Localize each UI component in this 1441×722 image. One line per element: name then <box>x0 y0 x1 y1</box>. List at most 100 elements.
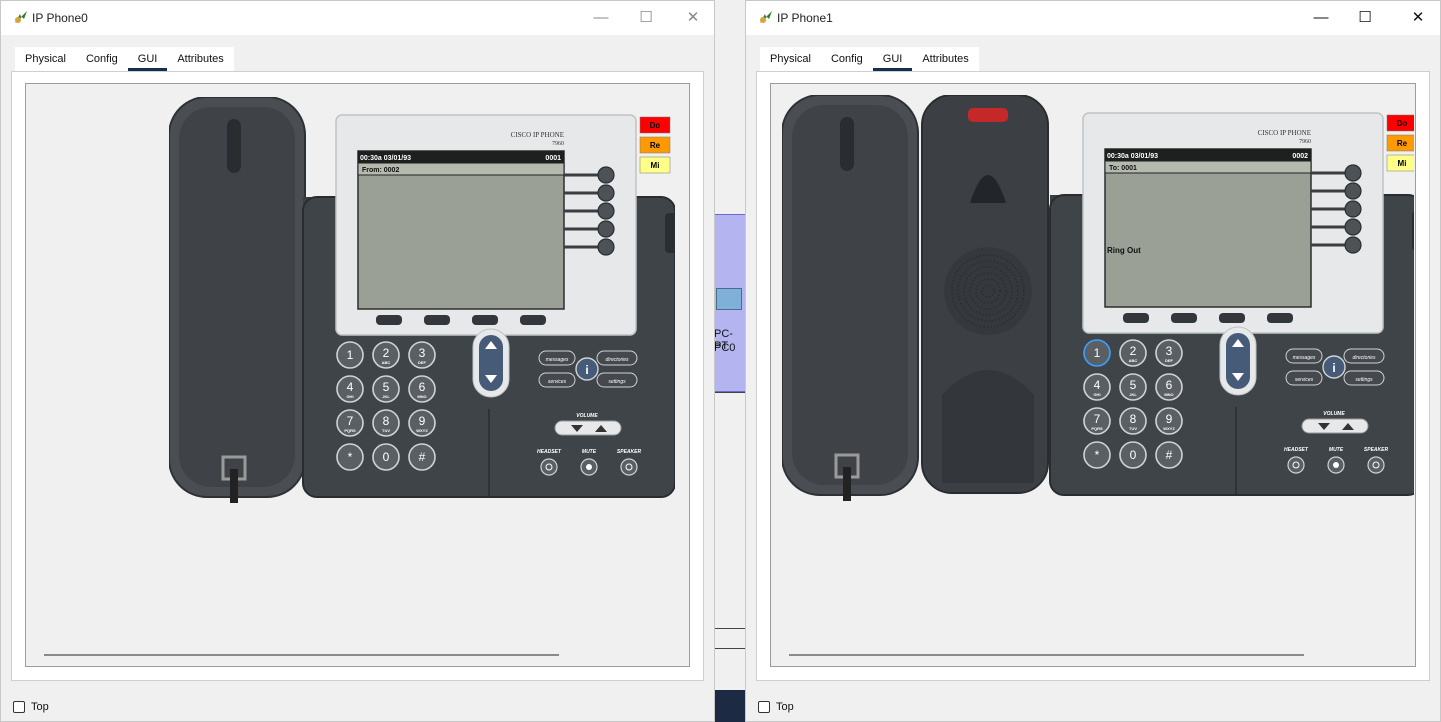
soft-key[interactable] <box>1267 313 1293 323</box>
handset-cradle <box>921 94 1049 494</box>
keypad-key[interactable]: # <box>408 443 436 471</box>
key-digit: 1 <box>1094 346 1101 360</box>
keypad-key[interactable]: * <box>1083 441 1111 469</box>
speaker-button[interactable] <box>620 458 638 476</box>
maximize-button[interactable]: ☐ <box>624 5 668 31</box>
keypad-key[interactable]: 6MNO <box>1155 373 1183 401</box>
status-time: 00:30a 03/01/93 <box>360 155 411 162</box>
keypad-key[interactable]: # <box>1155 441 1183 469</box>
keypad-key[interactable]: 3DEF <box>408 341 436 369</box>
keypad-key[interactable]: * <box>336 443 364 471</box>
mute-button[interactable] <box>580 458 598 476</box>
top-checkbox[interactable] <box>13 701 25 713</box>
directories-button-label: directories <box>605 357 629 363</box>
handset[interactable] <box>168 96 306 503</box>
keypad-key[interactable]: 0 <box>1119 441 1147 469</box>
packet-tracer-icon <box>760 11 772 23</box>
top-checkbox-row: Top <box>13 701 49 713</box>
soft-key[interactable] <box>1171 313 1197 323</box>
divider-line <box>714 628 746 629</box>
keypad-key[interactable]: 8TUV <box>372 409 400 437</box>
speaker-label: SPEAKER <box>1364 447 1389 453</box>
volume-rocker[interactable] <box>1301 418 1369 434</box>
tab-config[interactable]: Config <box>76 47 128 71</box>
settings-button[interactable]: settings <box>596 372 638 388</box>
model-label: 7960 <box>552 141 564 147</box>
directories-button[interactable]: directories <box>1343 348 1385 364</box>
tab-physical[interactable]: Physical <box>760 47 821 71</box>
key-letters: MNO <box>1164 392 1173 397</box>
info-button[interactable]: i <box>1322 355 1346 379</box>
tab-config[interactable]: Config <box>821 47 873 71</box>
messages-button[interactable]: messages <box>1285 348 1323 364</box>
tab-physical[interactable]: Physical <box>15 47 76 71</box>
key-letters: GHI <box>1093 392 1100 397</box>
ringer-light <box>968 108 1008 122</box>
tab-attributes[interactable]: Attributes <box>167 47 233 71</box>
minimize-button[interactable]: — <box>579 5 623 31</box>
keypad-key[interactable]: 2ABC <box>1119 339 1147 367</box>
mute-button[interactable] <box>1327 456 1345 474</box>
key-digit: 2 <box>1130 344 1137 358</box>
soft-key[interactable] <box>520 315 546 325</box>
soft-key[interactable] <box>1123 313 1149 323</box>
navigation-button[interactable] <box>472 328 510 398</box>
keypad-key[interactable]: 3DEF <box>1155 339 1183 367</box>
keypad-key[interactable]: 1 <box>336 341 364 369</box>
key-letters: PQRS <box>1091 426 1103 431</box>
keypad-key[interactable]: 4GHI <box>336 375 364 403</box>
tab-gui[interactable]: GUI <box>872 47 913 71</box>
headset-button[interactable] <box>540 458 558 476</box>
soft-key[interactable] <box>376 315 402 325</box>
tab-gui[interactable]: GUI <box>127 47 168 71</box>
services-button[interactable]: services <box>1285 370 1323 386</box>
keypad-key[interactable]: 5JKL <box>1119 373 1147 401</box>
keypad-key[interactable]: 4GHI <box>1083 373 1111 401</box>
window-title: IP Phone1 <box>777 11 833 25</box>
title-bar[interactable]: IP Phone0 — ☐ ✕ <box>1 1 714 35</box>
close-button[interactable]: ✕ <box>671 5 715 31</box>
handset[interactable] <box>781 94 919 501</box>
keypad-key[interactable]: 9WXYZ <box>1155 407 1183 435</box>
extension-label: 0002 <box>1292 153 1308 160</box>
keypad-key[interactable]: 2ABC <box>372 341 400 369</box>
volume-rocker[interactable] <box>554 420 622 436</box>
keypad-key[interactable]: 9WXYZ <box>408 409 436 437</box>
horizontal-scrollbar[interactable] <box>44 654 559 656</box>
key-digit: 2 <box>383 346 390 360</box>
keypad-key[interactable]: 6MNO <box>408 375 436 403</box>
taskbar-strip <box>714 690 746 722</box>
status-time: 00:30a 03/01/93 <box>1107 153 1158 160</box>
navigation-button[interactable] <box>1219 326 1257 396</box>
key-letters: WXYZ <box>416 428 428 433</box>
tab-attributes[interactable]: Attributes <box>912 47 978 71</box>
keypad-key[interactable]: 7PQRS <box>336 409 364 437</box>
maximize-button[interactable]: ☐ <box>1343 5 1387 31</box>
pc-icon[interactable] <box>716 288 742 310</box>
pc-name-label: PC0 <box>714 342 736 354</box>
horizontal-scrollbar[interactable] <box>789 654 1304 656</box>
key-digit: 3 <box>419 346 426 360</box>
top-checkbox[interactable] <box>758 701 770 713</box>
soft-key[interactable] <box>1219 313 1245 323</box>
minimize-button[interactable]: — <box>1299 5 1343 31</box>
services-button[interactable]: services <box>538 372 576 388</box>
headset-label: HEADSET <box>537 449 562 455</box>
settings-button[interactable]: settings <box>1343 370 1385 386</box>
speaker-button[interactable] <box>1367 456 1385 474</box>
messages-button[interactable]: messages <box>538 350 576 366</box>
directories-button[interactable]: directories <box>596 350 638 366</box>
keypad-key[interactable]: 0 <box>372 443 400 471</box>
keypad-key[interactable]: 1 <box>1083 339 1111 367</box>
close-button[interactable]: ✕ <box>1396 5 1440 31</box>
title-bar[interactable]: IP Phone1 — ☐ ✕ <box>746 1 1440 35</box>
headset-button[interactable] <box>1287 456 1305 474</box>
soft-key[interactable] <box>424 315 450 325</box>
keypad-key[interactable]: 5JKL <box>372 375 400 403</box>
soft-key[interactable] <box>472 315 498 325</box>
indicator-label: Do <box>650 121 661 130</box>
info-button[interactable]: i <box>575 357 599 381</box>
keypad-key[interactable]: 7PQRS <box>1083 407 1111 435</box>
ip-phone0-window: IP Phone0 — ☐ ✕ Physical Config GUI Attr… <box>0 0 715 722</box>
keypad-key[interactable]: 8TUV <box>1119 407 1147 435</box>
